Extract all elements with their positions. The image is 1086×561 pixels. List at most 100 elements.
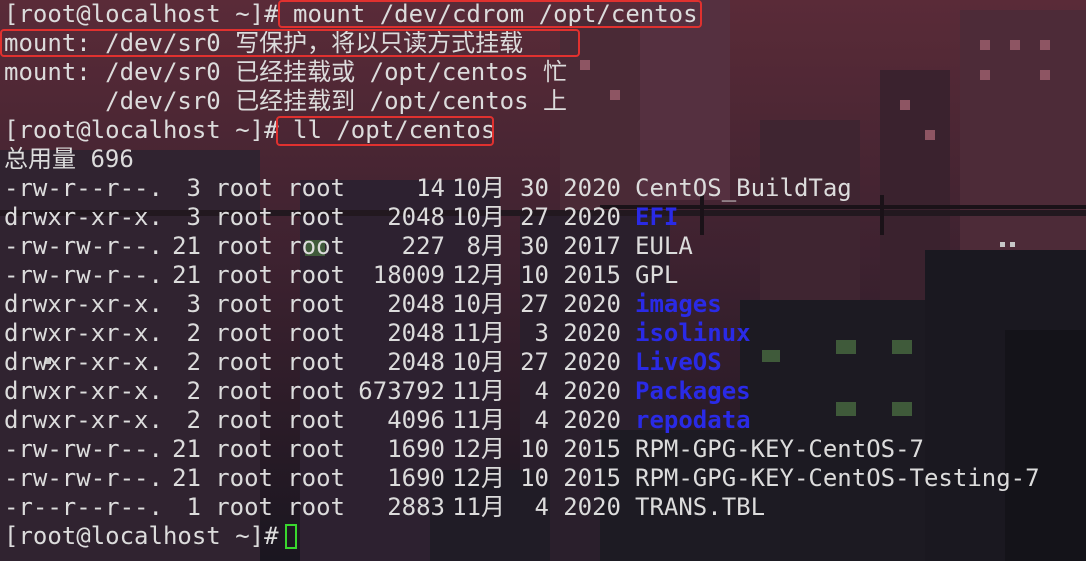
listing-links: 21	[172, 464, 201, 492]
listing-perm: drwxr-xr-x.	[4, 377, 163, 405]
listing-name: RPM-GPG-KEY-CentOS-7	[635, 435, 924, 463]
listing-perm: -rw-rw-r--.	[4, 232, 163, 260]
listing-row: drwxr-xr-x. 2 root root 2048 10月 27 2020 LiveOS	[4, 348, 1086, 377]
listing-name: Packages	[635, 377, 751, 405]
listing-perm: -rw-r--r--.	[4, 174, 163, 202]
listing-group: root	[287, 464, 345, 492]
listing-row: drwxr-xr-x. 2 root root 2048 11月 3 2020 isolinux	[4, 319, 1086, 348]
listing-size: 2048	[387, 290, 445, 318]
listing-perm: drwxr-xr-x.	[4, 406, 163, 434]
listing-perm: -rw-rw-r--.	[4, 261, 163, 289]
listing-group: root	[287, 203, 345, 231]
listing-group: root	[287, 435, 345, 463]
listing-perm: -r--r--r--.	[4, 493, 163, 521]
listing-owner: root	[215, 493, 273, 521]
listing-owner: root	[215, 203, 273, 231]
listing-links: 21	[172, 261, 201, 289]
listing-group: root	[287, 406, 345, 434]
listing-links: 3	[186, 174, 201, 202]
listing-row: -rw-rw-r--. 21 root root 1690 12月 10 2015 RPM-GP…	[4, 464, 1086, 493]
listing-year: 2017	[563, 232, 621, 260]
listing-year: 2015	[563, 435, 621, 463]
listing-size: 18009	[372, 261, 445, 289]
listing-size: 2048	[387, 348, 445, 376]
listing-links: 1	[186, 493, 201, 521]
listing-size: 2883	[387, 493, 445, 521]
listing-perm: drwxr-xr-x.	[4, 203, 163, 231]
listing-name: CentOS_BuildTag	[635, 174, 852, 202]
terminal-window[interactable]: [root@localhost ~]# mount /dev/cdrom /op…	[0, 0, 1086, 561]
listing-owner: root	[215, 261, 273, 289]
listing-name: RPM-GPG-KEY-CentOS-Testing-7	[635, 464, 1040, 492]
command-line-3[interactable]: [root@localhost ~]#	[4, 522, 1086, 551]
listing-month: 12月	[452, 261, 505, 289]
listing-day: 10	[520, 261, 549, 289]
listing-owner: root	[215, 348, 273, 376]
listing-owner: root	[215, 232, 273, 260]
listing-row: -rw-rw-r--. 21 root root 18009 12月 10 2015 GPL	[4, 261, 1086, 290]
listing-month: 11月	[452, 406, 505, 434]
listing-group: root	[287, 290, 345, 318]
listing-name: EULA	[635, 232, 693, 260]
listing-month: 11月	[452, 493, 505, 521]
listing-size: 1690	[387, 464, 445, 492]
listing-month: 10月	[452, 348, 505, 376]
listing-perm: drwxr-xr-x.	[4, 290, 163, 318]
listing-row: -rw-rw-r--. 21 root root 1690 12月 10 2015 RPM-GP…	[4, 435, 1086, 464]
listing-perm: drwxr-xr-x.	[4, 348, 163, 376]
command-line-2: [root@localhost ~]# ll /opt/centos	[4, 116, 1086, 145]
directory-listing: -rw-r--r--. 3 root root 14 10月 30 2020 CentOS_Bu…	[4, 174, 1086, 522]
listing-month: 11月	[452, 377, 505, 405]
listing-day: 27	[520, 290, 549, 318]
listing-year: 2020	[563, 348, 621, 376]
listing-month: 11月	[452, 319, 505, 347]
listing-name: isolinux	[635, 319, 751, 347]
listing-year: 2020	[563, 319, 621, 347]
listing-day: 4	[534, 406, 549, 434]
mount-command: mount /dev/cdrom /opt/centos	[293, 0, 698, 28]
listing-day: 30	[520, 232, 549, 260]
listing-size: 14	[416, 174, 445, 202]
output-line-3: /dev/sr0 已经挂载到 /opt/centos 上	[4, 87, 568, 115]
listing-name: repodata	[635, 406, 751, 434]
listing-name: GPL	[635, 261, 679, 289]
listing-day: 30	[520, 174, 549, 202]
listing-row: drwxr-xr-x. 2 root root 673792 11月 4 2020 Packag…	[4, 377, 1086, 406]
listing-month: 10月	[452, 290, 505, 318]
listing-day: 4	[534, 493, 549, 521]
listing-owner: root	[215, 319, 273, 347]
listing-row: drwxr-xr-x. 2 root root 4096 11月 4 2020 repodata	[4, 406, 1086, 435]
listing-month: 10月	[452, 174, 505, 202]
listing-row: -rw-rw-r--. 21 root root 227 8月 30 2017 EULA	[4, 232, 1086, 261]
listing-day: 27	[520, 348, 549, 376]
listing-owner: root	[215, 435, 273, 463]
listing-size: 2048	[387, 203, 445, 231]
listing-month: 12月	[452, 435, 505, 463]
listing-day: 10	[520, 435, 549, 463]
listing-name: LiveOS	[635, 348, 722, 376]
shell-prompt: [root@localhost ~]#	[4, 522, 279, 550]
output-line-2: mount: /dev/sr0 已经挂载或 /opt/centos 忙	[4, 58, 568, 86]
ll-command: ll /opt/centos	[293, 116, 496, 144]
listing-row: -r--r--r--. 1 root root 2883 11月 4 2020 TRANS.TB…	[4, 493, 1086, 522]
listing-year: 2020	[563, 174, 621, 202]
listing-month: 10月	[452, 203, 505, 231]
listing-perm: -rw-rw-r--.	[4, 435, 163, 463]
listing-year: 2020	[563, 377, 621, 405]
listing-row: drwxr-xr-x. 3 root root 2048 10月 27 2020 EFI	[4, 203, 1086, 232]
listing-month: 12月	[452, 464, 505, 492]
listing-links: 2	[186, 319, 201, 347]
listing-size: 673792	[358, 377, 445, 405]
listing-year: 2020	[563, 290, 621, 318]
listing-group: root	[287, 493, 345, 521]
listing-year: 2020	[563, 203, 621, 231]
total-line: 总用量 696	[4, 145, 134, 173]
listing-links: 3	[186, 203, 201, 231]
listing-name: TRANS.TBL	[635, 493, 766, 521]
listing-year: 2020	[563, 406, 621, 434]
listing-perm: drwxr-xr-x.	[4, 319, 163, 347]
listing-links: 21	[172, 232, 201, 260]
listing-name: images	[635, 290, 722, 318]
listing-group: root	[287, 377, 345, 405]
listing-day: 10	[520, 464, 549, 492]
